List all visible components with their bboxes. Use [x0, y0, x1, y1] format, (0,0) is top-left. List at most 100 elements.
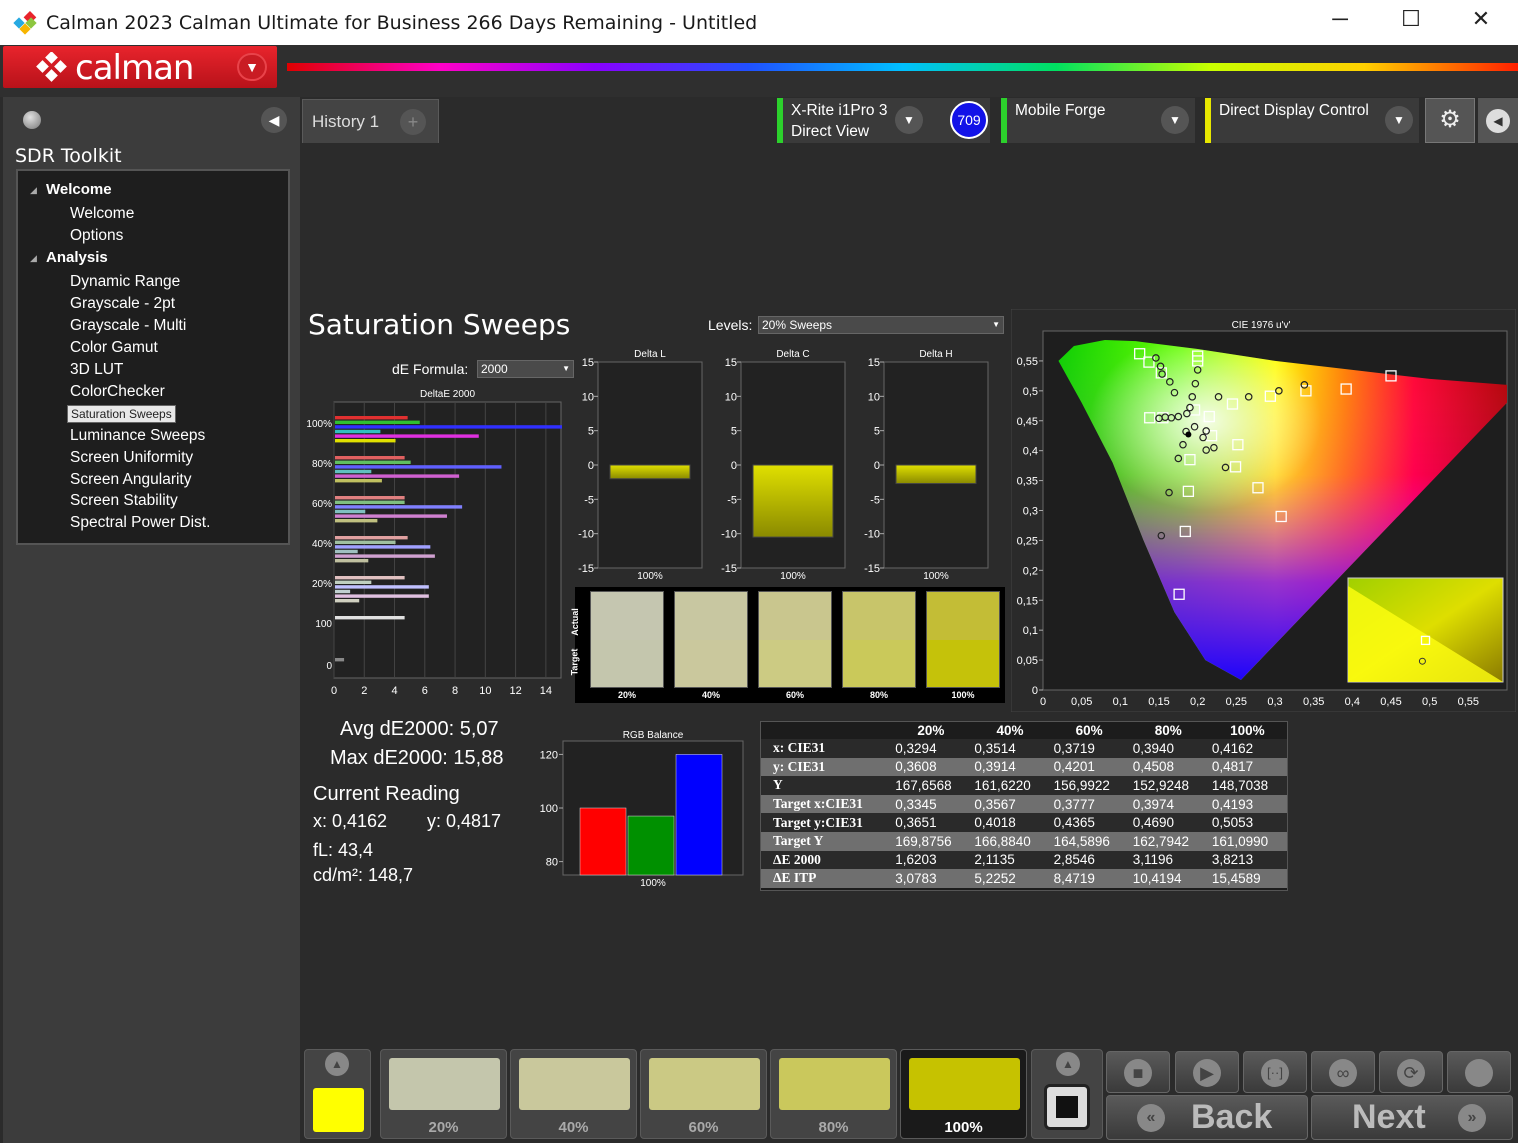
de-formula-select[interactable]: 2000 ▼ [477, 360, 574, 378]
tab-history-1[interactable]: History 1 + [302, 99, 439, 143]
nav-item-options[interactable]: Options [67, 227, 126, 245]
measure-panel[interactable]: ▲ [1031, 1049, 1103, 1139]
chart-title: CIE 1976 u'v' [1232, 320, 1291, 331]
deltae-chart: DeltaE 2000 0 2 4 6 8 10 12 14 100% 80% 60% 40% 20% 10… [304, 384, 568, 704]
nav-item-3d-lut[interactable]: 3D LUT [67, 361, 126, 379]
de-bar [335, 540, 396, 544]
nav-item-colorchecker[interactable]: ColorChecker [67, 383, 168, 401]
x-tick-label: 0,5 [1422, 696, 1437, 708]
delta-bar [895, 464, 977, 485]
tree-group-analysis[interactable]: ◢ Analysis [30, 249, 108, 266]
de-bar [335, 474, 460, 478]
x-tick-label: 4 [391, 685, 397, 697]
levels-select[interactable]: 20% Sweeps ▼ [758, 316, 1004, 334]
next-button[interactable]: Next » [1311, 1095, 1513, 1140]
collapse-sidebar-icon[interactable]: ◀ [261, 107, 287, 133]
nav-item-screen-angularity[interactable]: Screen Angularity [67, 471, 195, 489]
play-icon: ▶ [1193, 1058, 1221, 1087]
pin-icon[interactable] [23, 111, 41, 129]
add-tab-button[interactable]: + [400, 109, 426, 135]
gear-icon[interactable]: ⚙ [1425, 98, 1475, 143]
nav-item-welcome[interactable]: Welcome [67, 205, 137, 223]
patch-label: 60% [688, 1119, 719, 1136]
y-tick-label: 15 [582, 357, 594, 369]
patch-button[interactable]: 60% [640, 1049, 767, 1139]
patch-swatch [649, 1058, 760, 1110]
extra-button[interactable] [1447, 1051, 1511, 1093]
table-row: y: CIE31 0,3608 0,3914 0,4201 0,4508 0,4817 [761, 757, 1287, 777]
close-button[interactable]: ✕ [1461, 6, 1501, 32]
patch-button[interactable]: 40% [510, 1049, 637, 1139]
up-arrow-icon[interactable]: ▲ [325, 1052, 349, 1076]
row-header: ΔE ITP [761, 869, 892, 888]
y-tick-label: 0,1 [1023, 625, 1038, 637]
y-tick-label: 20% [312, 579, 332, 590]
expand-triangle-icon[interactable]: ◢ [30, 185, 37, 196]
continuous-button[interactable]: ∞ [1311, 1051, 1375, 1093]
display-selector[interactable]: Direct Display Control ▼ [1205, 98, 1419, 143]
max-de: Max dE2000: 15,88 [330, 747, 504, 769]
chevron-down-icon[interactable]: ▼ [895, 106, 923, 134]
nav-item-color-gamut[interactable]: Color Gamut [67, 339, 161, 357]
source-selector[interactable]: Mobile Forge ▼ [1001, 98, 1195, 143]
de-bar [335, 456, 405, 460]
nav-item-grayscale-multi[interactable]: Grayscale - Multi [67, 317, 189, 335]
nav-item-dynamic-range[interactable]: Dynamic Range [67, 273, 183, 291]
maximize-button[interactable]: ☐ [1391, 6, 1431, 32]
table-cell: 3,8213 [1207, 850, 1287, 870]
current-patch-panel[interactable]: ▲ [304, 1049, 371, 1139]
stop-button[interactable]: ■ [1106, 1051, 1170, 1093]
nav-item-screen-uniformity[interactable]: Screen Uniformity [67, 449, 196, 467]
calman-menu-button[interactable]: calman ▼ [3, 46, 277, 88]
colorspace-badge[interactable]: 709 [950, 101, 988, 139]
table-cell: 162,7942 [1128, 831, 1208, 851]
y-tick-label: 0,05 [1017, 655, 1038, 667]
table-cell: 0,3608 [891, 757, 971, 777]
nav-item-luminance-sweeps[interactable]: Luminance Sweeps [67, 427, 208, 445]
y-tick-label: -15 [578, 563, 594, 575]
back-button[interactable]: « Back [1106, 1095, 1308, 1140]
table-cell: 0,4193 [1207, 794, 1287, 814]
actual-swatch [675, 592, 747, 640]
up-arrow-icon[interactable]: ▲ [1056, 1052, 1080, 1076]
levels-label: Levels: [708, 317, 753, 333]
de-bar [335, 439, 396, 443]
minimize-button[interactable]: ─ [1320, 6, 1360, 32]
read-series-button[interactable]: [··] [1243, 1051, 1307, 1093]
nav-item-saturation-sweeps[interactable]: Saturation Sweeps [67, 405, 176, 423]
table-cell: 0,3719 [1049, 739, 1129, 758]
nav-item-spectral-power[interactable]: Spectral Power Dist. [67, 514, 213, 532]
chevron-down-icon[interactable]: ▼ [1385, 106, 1413, 134]
tree-group-welcome[interactable]: ◢ Welcome [30, 181, 112, 198]
table-cell: 0,3294 [891, 739, 971, 758]
table-row: Target Y 169,8756 166,8840 164,5896 162,7942… [761, 831, 1287, 851]
patch-button[interactable]: 20% [380, 1049, 507, 1139]
chevron-down-icon[interactable]: ▼ [1161, 106, 1189, 134]
de-bar [335, 559, 369, 563]
current-point [1185, 431, 1192, 438]
y-tick-label: 15 [868, 357, 880, 369]
chevron-down-icon[interactable]: ▼ [237, 53, 267, 81]
nav-item-screen-stability[interactable]: Screen Stability [67, 492, 181, 510]
table-cell: 0,3514 [970, 739, 1050, 758]
refresh-button[interactable]: ⟳ [1379, 1051, 1443, 1093]
table-cell: 0,4690 [1128, 813, 1208, 832]
collapse-right-icon[interactable]: ◀ [1478, 98, 1518, 143]
app-icon [13, 11, 37, 35]
refresh-icon: ⟳ [1397, 1058, 1425, 1087]
row-header: Y [761, 776, 892, 795]
rgb-bar-b [675, 754, 723, 876]
play-button[interactable]: ▶ [1175, 1051, 1239, 1093]
actual-swatch [927, 592, 999, 640]
stop-measure-icon[interactable] [1044, 1084, 1090, 1130]
patch-button[interactable]: 100% [900, 1049, 1027, 1139]
nav-item-grayscale-2pt[interactable]: Grayscale - 2pt [67, 295, 178, 313]
back-arrow-icon: « [1137, 1104, 1165, 1132]
x-tick-label: 0,25 [1226, 696, 1247, 708]
table-cell: 8,4719 [1049, 869, 1129, 888]
patch-button[interactable]: 80% [770, 1049, 897, 1139]
delta-bar [609, 464, 691, 480]
expand-triangle-icon[interactable]: ◢ [30, 253, 37, 264]
column-header: 40% [970, 722, 1050, 739]
target-label: Target [569, 648, 580, 676]
